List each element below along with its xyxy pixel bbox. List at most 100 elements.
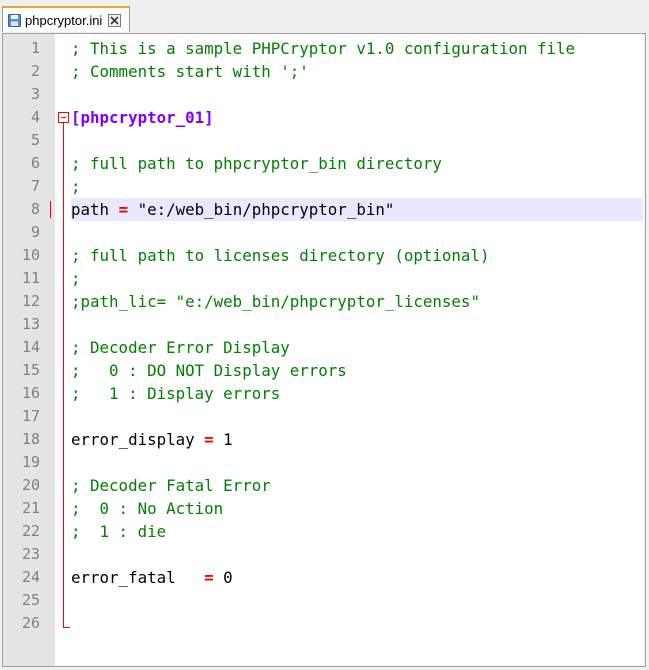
code-line[interactable]: 21 ; 0 : No Action	[3, 497, 645, 520]
text-token: error_fatal	[71, 568, 205, 587]
floppy-save-icon	[8, 13, 21, 27]
text-token: error_display	[71, 430, 205, 449]
comment-token: ; Comments start with ';'	[71, 62, 309, 81]
operator-token: =	[118, 200, 129, 219]
line-number: 22	[21, 522, 40, 540]
code-line[interactable]: 5	[3, 129, 645, 152]
operator-token: =	[204, 568, 214, 587]
line-number: 19	[21, 453, 40, 471]
text-token: 0	[213, 568, 233, 587]
line-number: 7	[30, 177, 40, 195]
code-line[interactable]: 20 ; Decoder Fatal Error	[3, 474, 645, 497]
code-line[interactable]: 9	[3, 221, 645, 244]
line-number: 20	[21, 476, 40, 494]
text-token: "e:/web_bin/phpcryptor_bin"	[128, 200, 395, 219]
code-text: ;	[71, 175, 81, 198]
line-number: 6	[30, 154, 40, 172]
line-number: 26	[21, 614, 40, 632]
code-line[interactable]: 4 [phpcryptor_01]	[3, 106, 645, 129]
code-text: ; 0 : No Action	[71, 497, 223, 520]
file-tab[interactable]: phpcryptor.ini	[2, 6, 130, 32]
fold-range-line	[63, 123, 64, 627]
line-number: 10	[21, 246, 40, 264]
comment-token: ;	[71, 269, 81, 288]
line-number: 14	[21, 338, 40, 356]
code-line[interactable]: 26	[3, 612, 645, 635]
fold-end-marker	[63, 627, 70, 628]
code-editor[interactable]: 1 ; This is a sample PHPCryptor v1.0 conf…	[2, 33, 646, 667]
fold-collapse-icon[interactable]	[58, 112, 69, 123]
code-text: path = "e:/web_bin/phpcryptor_bin"	[71, 198, 394, 221]
code-line[interactable]: 2 ; Comments start with ';'	[3, 60, 645, 83]
code-line[interactable]: 7;	[3, 175, 645, 198]
line-number: 3	[30, 85, 40, 103]
line-number: 15	[21, 361, 40, 379]
comment-token: ;path_lic= "e:/web_bin/phpcryptor_licens…	[71, 292, 480, 311]
code-text: ; 0 : DO NOT Display errors	[71, 359, 347, 382]
code-line[interactable]: 15 ; 0 : DO NOT Display errors	[3, 359, 645, 382]
code-text: ; Decoder Fatal Error	[71, 474, 271, 497]
code-text: error_fatal = 0	[71, 566, 233, 589]
code-text: ; full path to licenses directory (optio…	[71, 244, 489, 267]
code-line[interactable]: 25	[3, 589, 645, 612]
code-line[interactable]: 22 ; 1 : die	[3, 520, 645, 543]
code-line[interactable]: 24 error_fatal = 0	[3, 566, 645, 589]
line-number: 12	[21, 292, 40, 310]
line-number: 8	[30, 200, 40, 218]
line-number: 4	[30, 108, 40, 126]
line-number: 16	[21, 384, 40, 402]
comment-token: ; 1 : die	[71, 522, 167, 541]
line-number: 9	[30, 223, 40, 241]
code-line[interactable]: 8 path = "e:/web_bin/phpcryptor_bin"	[3, 198, 645, 221]
comment-token: ; Decoder Error Display	[71, 338, 290, 357]
comment-token: ;	[71, 177, 81, 196]
code-text: ; full path to phpcryptor_bin directory	[71, 152, 442, 175]
code-line[interactable]: 13	[3, 313, 645, 336]
code-text: ;	[71, 267, 81, 290]
code-line[interactable]: 11;	[3, 267, 645, 290]
line-number: 5	[30, 131, 40, 149]
comment-token: ; 1 : Display errors	[71, 384, 281, 403]
code-text: ; Comments start with ';'	[71, 60, 309, 83]
code-line[interactable]: 17	[3, 405, 645, 428]
line-number: 23	[21, 545, 40, 563]
line-number: 1	[30, 39, 40, 57]
line-number: 13	[21, 315, 40, 333]
line-number: 18	[21, 430, 40, 448]
code-line[interactable]: 12 ;path_lic= "e:/web_bin/phpcryptor_lice…	[3, 290, 645, 313]
line-number: 17	[21, 407, 40, 425]
comment-token: ; full path to licenses directory (optio…	[71, 246, 490, 265]
code-text: ; 1 : Display errors	[71, 382, 280, 405]
line-number: 25	[21, 591, 40, 609]
code-text: [phpcryptor_01]	[71, 106, 214, 129]
tab-filename: phpcryptor.ini	[25, 12, 103, 28]
comment-token: ; 0 : DO NOT Display errors	[71, 361, 347, 380]
comment-token: ; This is a sample PHPCryptor v1.0 confi…	[71, 39, 576, 58]
code-line[interactable]: 18 error_display = 1	[3, 428, 645, 451]
code-line[interactable]: 10 ; full path to licenses directory (opt…	[3, 244, 645, 267]
tab-bar: phpcryptor.ini	[0, 0, 649, 33]
line-number: 2	[30, 62, 40, 80]
line-number: 21	[21, 499, 40, 517]
section-header: [phpcryptor_01]	[71, 108, 214, 127]
comment-token: ; Decoder Fatal Error	[71, 476, 271, 495]
text-token: path	[71, 200, 119, 219]
code-line[interactable]: 3	[3, 83, 645, 106]
close-tab-icon[interactable]	[108, 13, 122, 27]
code-text: error_display = 1	[71, 428, 233, 451]
line-number: 11	[21, 269, 40, 287]
code-text: ; 1 : die	[71, 520, 166, 543]
comment-token: ; full path to phpcryptor_bin directory	[71, 154, 442, 173]
code-text: ;path_lic= "e:/web_bin/phpcryptor_licens…	[71, 290, 480, 313]
text-caret	[50, 201, 51, 218]
code-text: ; Decoder Error Display	[71, 336, 290, 359]
code-line[interactable]: 16 ; 1 : Display errors	[3, 382, 645, 405]
code-line[interactable]: 14 ; Decoder Error Display	[3, 336, 645, 359]
text-token: 1	[213, 430, 233, 449]
code-text: ; This is a sample PHPCryptor v1.0 confi…	[71, 37, 575, 60]
code-line[interactable]: 1 ; This is a sample PHPCryptor v1.0 conf…	[3, 37, 645, 60]
code-line[interactable]: 6 ; full path to phpcryptor_bin directory	[3, 152, 645, 175]
code-line[interactable]: 19	[3, 451, 645, 474]
comment-token: ; 0 : No Action	[71, 499, 224, 518]
code-line[interactable]: 23	[3, 543, 645, 566]
